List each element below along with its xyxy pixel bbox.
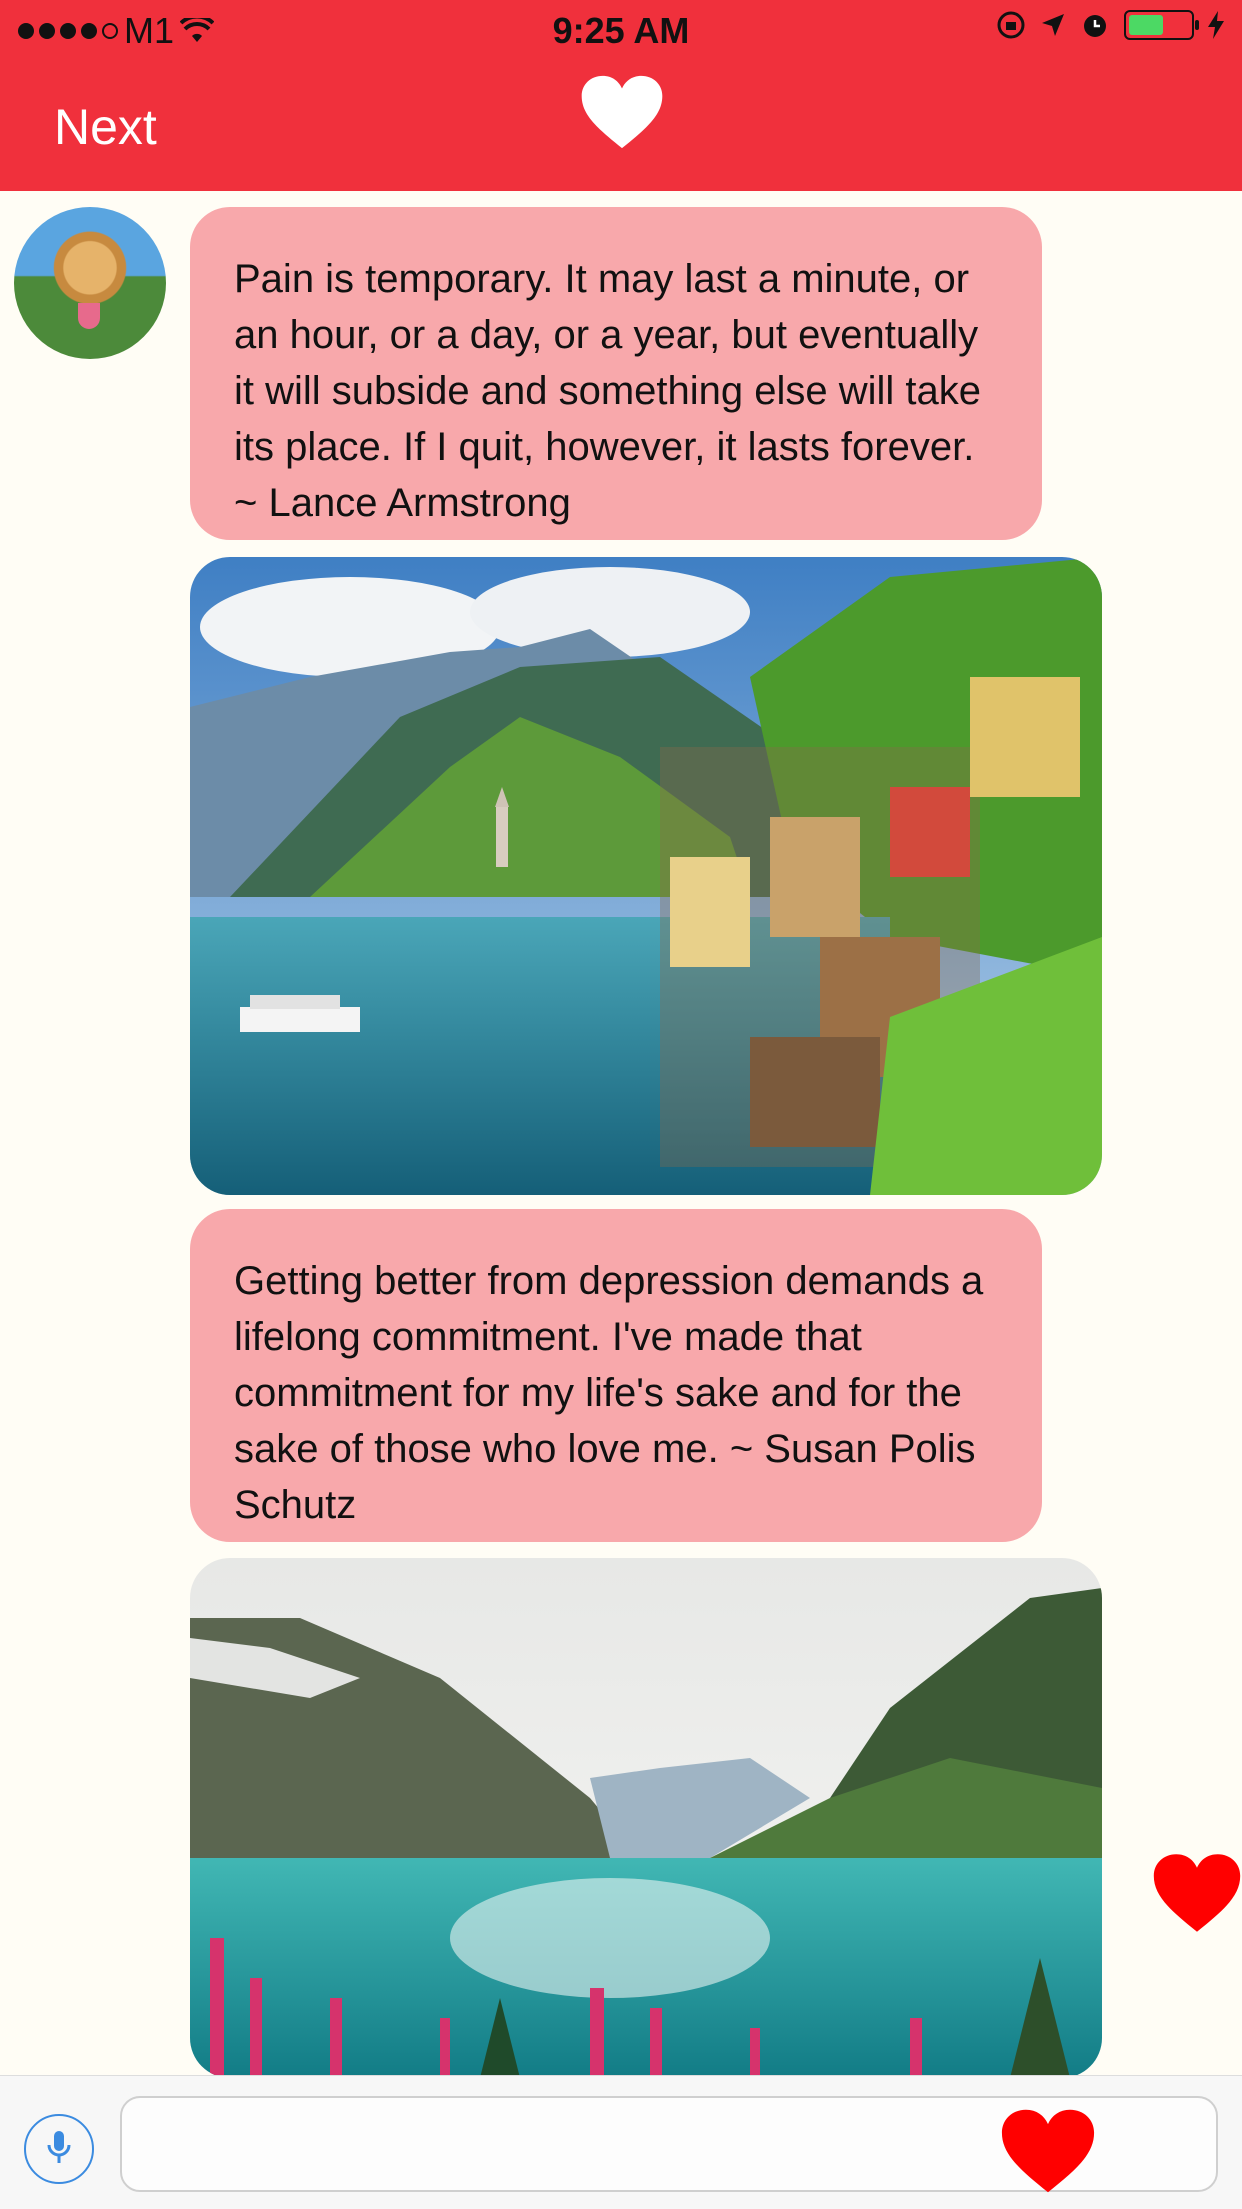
message-image-lake — [190, 1558, 1102, 2075]
microphone-icon — [47, 2131, 71, 2163]
message-bubble: Getting better from depression demands a… — [190, 1209, 1042, 1542]
location-arrow-icon — [1042, 14, 1064, 36]
message-bubble: Pain is temporary. It may last a minute,… — [190, 207, 1042, 540]
heart-icon — [581, 75, 663, 149]
status-icons — [996, 10, 1224, 40]
battery-icon — [1124, 10, 1199, 40]
charging-bolt-icon — [1208, 11, 1224, 39]
status-bar: M1 9:25 AM — [0, 0, 1242, 62]
heart-icon[interactable] — [1000, 2106, 1096, 2196]
next-button[interactable]: Next — [54, 98, 157, 156]
message-text: Getting better from depression demands a… — [234, 1259, 984, 1527]
avatar — [14, 207, 166, 359]
top-bar: M1 9:25 AM Next — [0, 0, 1242, 191]
alarm-clock-icon — [1084, 15, 1106, 37]
orientation-lock-icon — [997, 11, 1025, 39]
floating-heart-icon — [1153, 1854, 1241, 1932]
message-text: Pain is temporary. It may last a minute,… — [234, 257, 982, 525]
composer-bar — [0, 2075, 1242, 2209]
message-image-village — [190, 557, 1102, 1195]
message-feed[interactable]: Pain is temporary. It may last a minute,… — [0, 191, 1242, 2075]
mic-button[interactable] — [24, 2114, 94, 2184]
